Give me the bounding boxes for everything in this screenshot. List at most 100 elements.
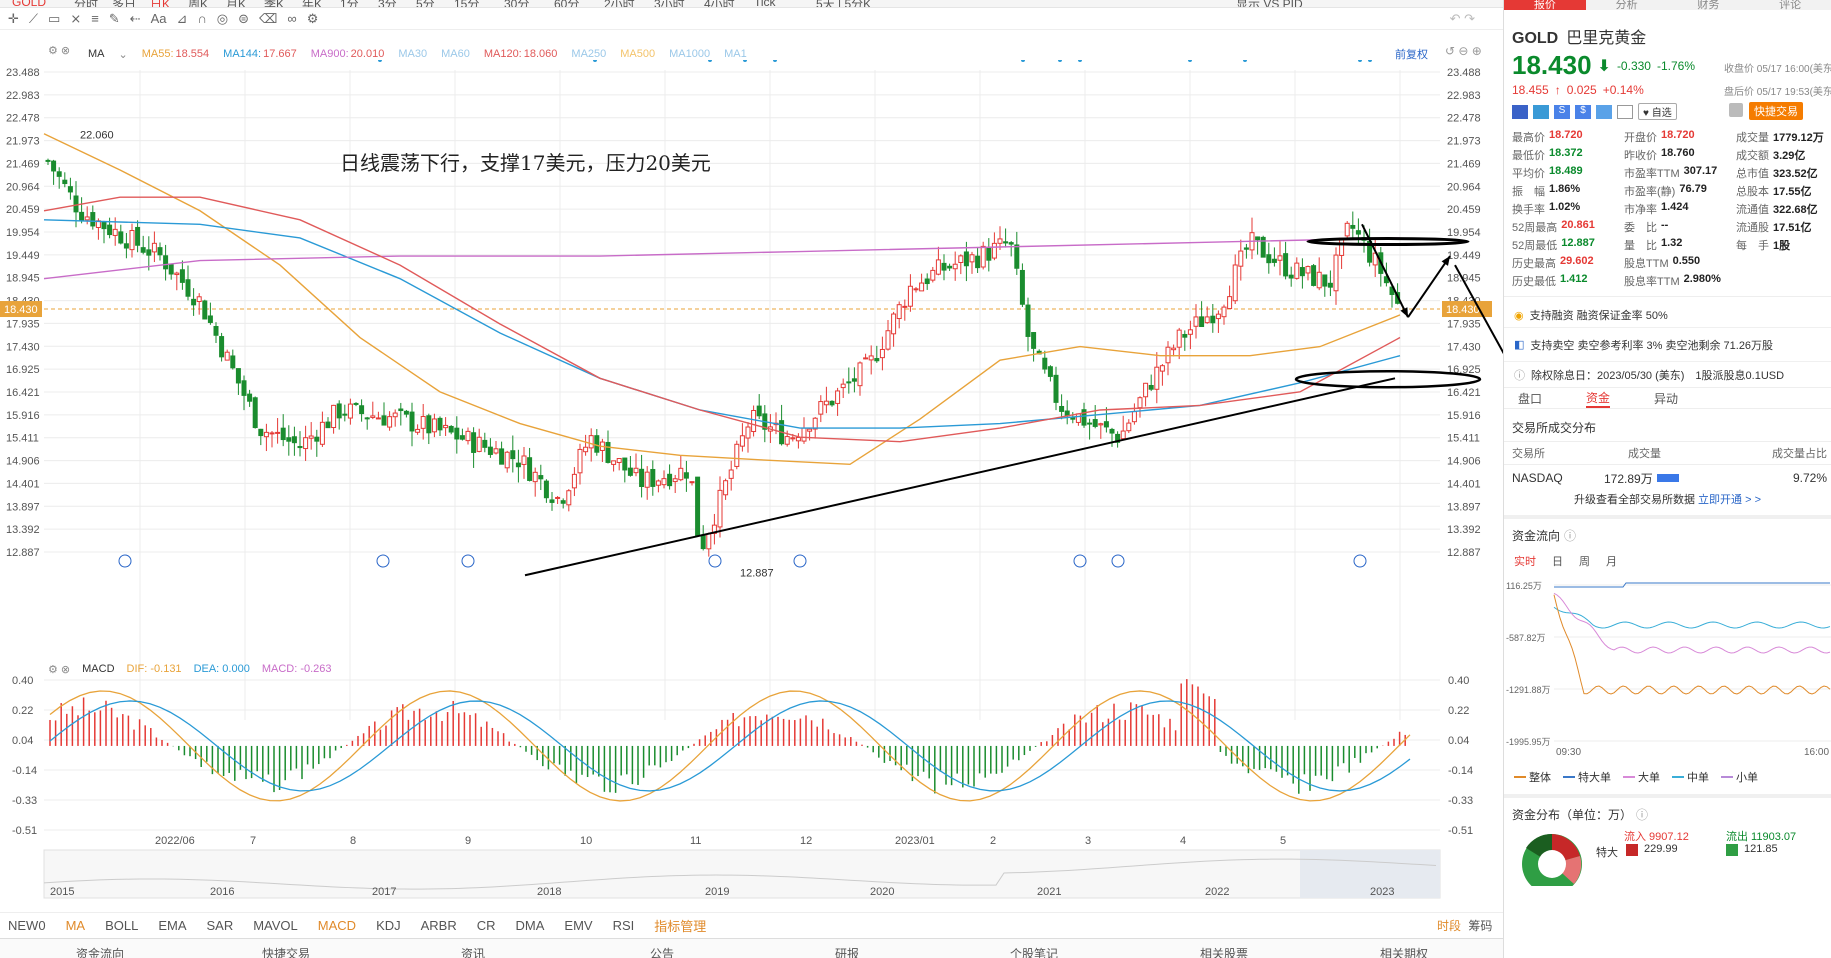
indicator-tab-0[interactable]: NEW0: [8, 918, 46, 933]
tag-icon[interactable]: [1596, 104, 1612, 119]
ma-item-0[interactable]: MA55: 18.554: [142, 48, 209, 60]
event-marker-icon[interactable]: [793, 554, 807, 568]
brush-tool-icon[interactable]: ✎: [109, 11, 120, 27]
toolbar-right[interactable]: 显示 VS PID: [1236, 0, 1303, 7]
footer-tab-7[interactable]: 相关期权: [1380, 945, 1428, 958]
flow-tab-2[interactable]: 周: [1579, 553, 1590, 569]
kline-chart[interactable]: 23.488 23.488 22.983 22.983 22.478 22.478 21.9…: [0, 60, 1503, 910]
ma-item-6[interactable]: MA250: [571, 48, 606, 60]
quote-tab-3[interactable]: 评论: [1749, 0, 1831, 10]
footer-tab-1[interactable]: 快捷交易: [262, 945, 310, 958]
flow-tab-0[interactable]: 实时: [1514, 553, 1536, 569]
event-marker-icon[interactable]: [708, 554, 722, 568]
top-tab-0[interactable]: GOLD: [12, 0, 46, 7]
ma-item-2[interactable]: MA900: 20.010: [311, 48, 385, 60]
event-marker-icon[interactable]: [118, 554, 132, 568]
flow-info-icon[interactable]: ⓘ: [1564, 527, 1576, 549]
top-tab-11[interactable]: 15分: [454, 0, 479, 7]
rect-tool-icon[interactable]: ▭: [48, 11, 60, 27]
sub-tab-0[interactable]: 盘口: [1518, 390, 1542, 407]
note-icon[interactable]: [1617, 104, 1633, 119]
top-tab-5[interactable]: 月K: [226, 0, 246, 7]
sub-tab-2[interactable]: 异动: [1654, 390, 1678, 407]
upgrade-link[interactable]: 立即开通 > >: [1698, 494, 1761, 506]
indicator-tab-10[interactable]: DMA: [516, 918, 545, 933]
flow-tab-3[interactable]: 月: [1606, 553, 1617, 569]
top-tab-13[interactable]: 60分: [554, 0, 579, 7]
top-tab-1[interactable]: 分时: [74, 0, 98, 7]
indicator-tab-2[interactable]: BOLL: [105, 918, 138, 933]
indicator-tab-5[interactable]: MAVOL: [253, 918, 298, 933]
indicator-tab-1[interactable]: MA: [66, 918, 86, 933]
ma-item-7[interactable]: MA500: [620, 48, 655, 60]
event-marker-icon[interactable]: [1073, 554, 1087, 568]
dollar-icon[interactable]: $: [1575, 104, 1591, 119]
indicator-tab-8[interactable]: ARBR: [421, 918, 457, 933]
event-marker-icon[interactable]: [461, 554, 475, 568]
tab-chouma[interactable]: 筹码: [1468, 919, 1492, 933]
quote-tab-2[interactable]: 财务: [1668, 0, 1750, 10]
indicator-tab-7[interactable]: KDJ: [376, 918, 401, 933]
top-tab-10[interactable]: 5分: [416, 0, 435, 7]
eye-icon[interactable]: ◎: [217, 11, 228, 27]
event-marker-icon[interactable]: [376, 554, 390, 568]
ma-item-3[interactable]: MA30: [398, 48, 427, 60]
event-marker-icon[interactable]: [1353, 554, 1367, 568]
footer-tab-5[interactable]: 个股笔记: [1010, 945, 1058, 958]
quick-icon[interactable]: [1533, 104, 1549, 119]
ma-item-4[interactable]: MA60: [441, 48, 470, 60]
chart-window-icons[interactable]: ↺ ⊖ ⊕: [1445, 44, 1482, 58]
crosshair-icon[interactable]: ✛: [8, 11, 19, 27]
ruler-tool-icon[interactable]: ⊿: [177, 11, 188, 27]
magnet-icon[interactable]: ∩: [197, 11, 206, 26]
top-tab-17[interactable]: Tick: [754, 0, 776, 7]
lock-icon[interactable]: ⊜: [238, 11, 249, 27]
footer-tab-3[interactable]: 公告: [650, 945, 674, 958]
indicator-tab-9[interactable]: CR: [477, 918, 496, 933]
fib-tool-icon[interactable]: ⨯: [70, 11, 81, 27]
undo-redo-icons[interactable]: ↶ ↷: [1450, 11, 1475, 27]
indicator-tab-12[interactable]: RSI: [613, 918, 635, 933]
top-tab-3[interactable]: 日K: [150, 0, 170, 7]
footer-tab-0[interactable]: 资金流向: [76, 945, 124, 958]
text-tool-icon[interactable]: Aa: [151, 11, 167, 26]
top-tab-9[interactable]: 3分: [378, 0, 397, 7]
quote-tab-0[interactable]: 报价: [1504, 0, 1586, 10]
macd-settings-icon[interactable]: ⚙ ⊗: [48, 663, 70, 676]
link-icon[interactable]: ∞: [287, 11, 296, 26]
top-tab-12[interactable]: 30分: [504, 0, 529, 7]
tab-shiduan[interactable]: 时段: [1437, 919, 1461, 933]
ma-dropdown-icon[interactable]: ⌄: [119, 48, 128, 61]
ma-item-9[interactable]: MA1: [724, 48, 747, 60]
arrow-tool-icon[interactable]: ⇠: [130, 11, 141, 27]
quick-trade-button[interactable]: 快捷交易: [1749, 102, 1803, 120]
footer-tab-2[interactable]: 资讯: [461, 945, 485, 958]
top-tab-18[interactable]: 5天 | 5分K: [816, 0, 871, 7]
flow-tab-1[interactable]: 日: [1552, 553, 1563, 569]
top-tab-6[interactable]: 季K: [264, 0, 284, 7]
top-tab-16[interactable]: 4小时: [704, 0, 735, 7]
line-tool-icon[interactable]: ⟋: [29, 11, 38, 27]
top-tab-8[interactable]: 1分: [340, 0, 359, 7]
s-icon[interactable]: S: [1554, 104, 1570, 119]
trash-icon[interactable]: ⌫: [259, 11, 277, 27]
footer-tab-4[interactable]: 研报: [835, 945, 859, 958]
dist-info-icon[interactable]: ⓘ: [1636, 806, 1648, 828]
event-marker-icon[interactable]: [1111, 554, 1125, 568]
top-tab-4[interactable]: 周K: [188, 0, 208, 7]
ma-item-5[interactable]: MA120: 18.060: [484, 48, 558, 60]
ma-settings-icon[interactable]: ⚙ ⊗: [48, 44, 70, 57]
ma-item-1[interactable]: MA144: 17.667: [223, 48, 297, 60]
indicator-tab-6[interactable]: MACD: [318, 918, 356, 933]
quote-tab-1[interactable]: 分析: [1586, 0, 1668, 10]
top-tab-14[interactable]: 2小时: [604, 0, 635, 7]
watchlist-button[interactable]: ♥ 自选: [1638, 103, 1677, 120]
bell-icon[interactable]: [1729, 103, 1743, 117]
ma-item-8[interactable]: MA1000: [669, 48, 710, 60]
sub-tab-1[interactable]: 资金: [1586, 389, 1611, 408]
top-tab-7[interactable]: 年K: [302, 0, 322, 7]
top-tab-15[interactable]: 3小时: [654, 0, 685, 7]
us-flag-icon[interactable]: [1512, 104, 1528, 119]
indicator-tab-11[interactable]: EMV: [564, 918, 592, 933]
channel-tool-icon[interactable]: ≡: [91, 11, 99, 26]
